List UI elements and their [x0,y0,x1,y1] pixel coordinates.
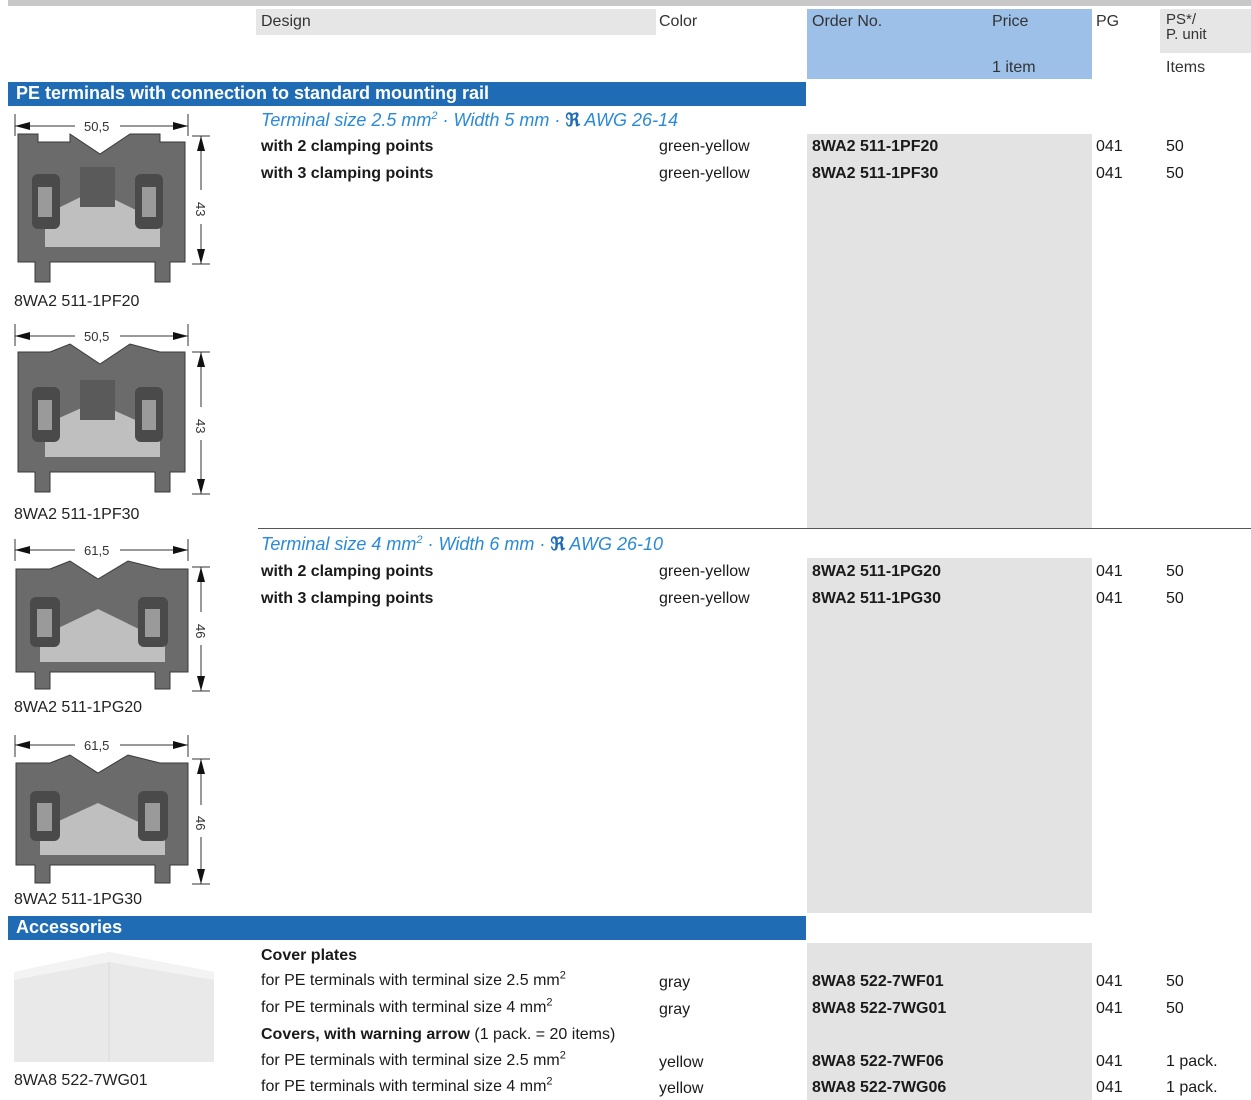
product-design: with 3 clamping points [261,165,434,182]
figure-caption: 8WA2 511-1PF20 [14,293,140,310]
pack-size: 50 [1166,563,1184,580]
price-group: 041 [1096,1000,1123,1017]
accessory-color: yellow [659,1080,704,1097]
top-divider [8,0,1251,6]
figure-caption: 8WA2 511-1PF30 [14,506,140,523]
group-subhead-2-5mm: Terminal size 2.5 mm2 · Width 5 mm · ℜ A… [261,110,679,130]
svg-text:50,5: 50,5 [84,329,109,344]
order-column-shade [807,134,1092,528]
group-divider [258,528,1251,529]
terminal-drawing-icon: 50,5 43 [14,324,210,495]
header-design: Design [256,9,656,35]
svg-text:46: 46 [193,624,208,638]
pack-size: 50 [1166,1000,1184,1017]
terminal-drawing-icon: 61,5 46 [14,539,210,692]
product-color: green-yellow [659,590,750,607]
product-design: with 2 clamping points [261,138,434,155]
section-title-pe-terminals: PE terminals with connection to standard… [8,82,806,106]
svg-text:43: 43 [193,419,208,433]
price-group: 041 [1096,1079,1123,1096]
price-group: 041 [1096,1053,1123,1070]
svg-text:50,5: 50,5 [84,119,109,134]
accessory-design: for PE terminals with terminal size 4 mm… [261,996,553,1016]
order-number: 8WA2 511-1PG20 [812,563,941,580]
price-group: 041 [1096,973,1123,990]
order-column-shade [807,558,1092,913]
header-ps-items: Items [1166,59,1206,76]
product-color: green-yellow [659,138,750,155]
terminal-drawing-icon: 61,5 46 [14,735,210,885]
accessory-color: gray [659,974,691,991]
figure-caption: 8WA8 522-7WG01 [14,1072,148,1089]
order-number: 8WA2 511-1PG30 [812,590,941,607]
order-number: 8WA8 522-7WG06 [812,1079,947,1096]
pack-size: 50 [1166,973,1184,990]
terminal-drawing-4: 61,5 46 [10,733,220,893]
pack-size: 1 pack. [1166,1053,1218,1070]
pack-size: 1 pack. [1166,1079,1218,1096]
figure-caption: 8WA2 511-1PG20 [14,699,143,716]
header-price-unit: 1 item [992,59,1036,76]
terminal-drawing-icon: 50,5 43 [14,114,210,283]
cover-plate-icon [14,952,214,1062]
cover-plate-image [14,950,214,1070]
header-color: Color [656,9,806,35]
pack-size: 50 [1166,590,1184,607]
group-subhead-4mm: Terminal size 4 mm2 · Width 6 mm · ℜ AWG… [261,534,664,554]
accessory-design: for PE terminals with terminal size 4 mm… [261,1075,553,1095]
header-ps-line2: P. unit [1166,26,1207,43]
terminal-drawing-2: 50,5 43 [10,322,220,497]
section-title-accessories: Accessories [8,916,806,940]
svg-text:46: 46 [193,816,208,830]
ul-mark-icon: ℜ [565,110,581,130]
price-group: 041 [1096,165,1123,182]
terminal-drawing-3: 61,5 46 [10,537,220,697]
product-design: with 2 clamping points [261,563,434,580]
order-number: 8WA2 511-1PF30 [812,165,939,182]
header-ps-line1: PS*/ [1166,11,1197,28]
accessory-color: yellow [659,1054,704,1071]
order-column-shade [807,943,1092,1100]
svg-text:61,5: 61,5 [84,738,109,753]
accessory-color: gray [659,1001,691,1018]
product-color: green-yellow [659,563,750,580]
price-group: 041 [1096,590,1123,607]
product-color: green-yellow [659,165,750,182]
cover-plates-title: Cover plates [261,947,358,964]
ul-mark-icon: ℜ [550,534,566,554]
figure-caption: 8WA2 511-1PG30 [14,891,143,908]
order-number: 8WA8 522-7WF06 [812,1053,944,1070]
price-group: 041 [1096,563,1123,580]
product-design: with 3 clamping points [261,590,434,607]
covers-title: Covers, with warning arrow (1 pack. = 20… [261,1026,616,1043]
pack-size: 50 [1166,165,1184,182]
header-order-no: Order No. [812,13,883,30]
accessory-design: for PE terminals with terminal size 2.5 … [261,969,566,989]
header-pg: PG [1093,9,1149,35]
order-number: 8WA2 511-1PF20 [812,138,939,155]
svg-text:61,5: 61,5 [84,543,109,558]
price-group: 041 [1096,138,1123,155]
order-number: 8WA8 522-7WG01 [812,1000,947,1017]
accessory-design: for PE terminals with terminal size 2.5 … [261,1049,566,1069]
pack-size: 50 [1166,138,1184,155]
header-price: Price [992,13,1029,30]
terminal-drawing-1: 50,5 43 [10,112,220,287]
order-number: 8WA8 522-7WF01 [812,973,944,990]
svg-text:43: 43 [193,202,208,216]
